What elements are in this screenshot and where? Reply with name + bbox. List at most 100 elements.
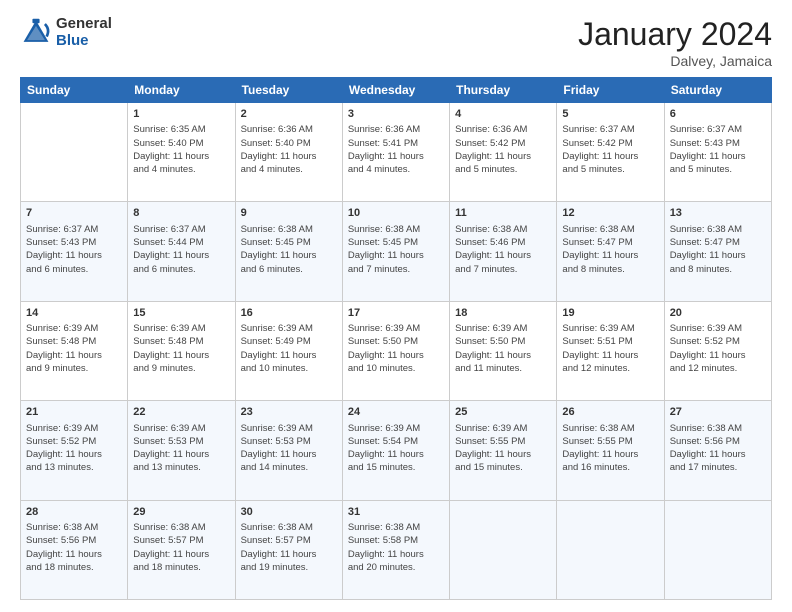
day-info-line: Sunset: 5:57 PM [133, 534, 229, 547]
day-number: 28 [26, 505, 122, 520]
logo-general-text: General [56, 16, 112, 33]
calendar-cell [557, 500, 664, 599]
weekday-monday: Monday [128, 78, 235, 103]
calendar-table: SundayMondayTuesdayWednesdayThursdayFrid… [20, 77, 772, 600]
day-info-line: and 7 minutes. [455, 263, 551, 276]
day-info-line: and 5 minutes. [670, 163, 766, 176]
calendar-cell: 11Sunrise: 6:38 AMSunset: 5:46 PMDayligh… [450, 202, 557, 301]
day-info-line: and 12 minutes. [562, 362, 658, 375]
day-info-line: Sunrise: 6:39 AM [241, 422, 337, 435]
day-info-line: Sunrise: 6:39 AM [348, 422, 444, 435]
weekday-saturday: Saturday [664, 78, 771, 103]
day-number: 30 [241, 505, 337, 520]
day-info-line: Sunrise: 6:37 AM [133, 223, 229, 236]
day-info-line: Daylight: 11 hours [562, 150, 658, 163]
day-info-line: Daylight: 11 hours [241, 249, 337, 262]
calendar-cell: 31Sunrise: 6:38 AMSunset: 5:58 PMDayligh… [342, 500, 449, 599]
calendar-cell: 25Sunrise: 6:39 AMSunset: 5:55 PMDayligh… [450, 401, 557, 500]
calendar-week-row: 7Sunrise: 6:37 AMSunset: 5:43 PMDaylight… [21, 202, 772, 301]
day-number: 21 [26, 405, 122, 420]
day-info-line: Daylight: 11 hours [133, 249, 229, 262]
day-info-line: Sunset: 5:56 PM [670, 435, 766, 448]
calendar-week-row: 21Sunrise: 6:39 AMSunset: 5:52 PMDayligh… [21, 401, 772, 500]
calendar-cell: 26Sunrise: 6:38 AMSunset: 5:55 PMDayligh… [557, 401, 664, 500]
day-info-line: Daylight: 11 hours [348, 249, 444, 262]
day-info-line: Sunrise: 6:38 AM [348, 223, 444, 236]
day-info-line: Sunset: 5:55 PM [455, 435, 551, 448]
day-info-line: Sunrise: 6:39 AM [133, 322, 229, 335]
day-number: 20 [670, 306, 766, 321]
day-info-line: Sunset: 5:45 PM [348, 236, 444, 249]
day-number: 9 [241, 206, 337, 221]
logo: General Blue [20, 16, 112, 49]
calendar-cell: 13Sunrise: 6:38 AMSunset: 5:47 PMDayligh… [664, 202, 771, 301]
day-number: 18 [455, 306, 551, 321]
day-info-line: and 4 minutes. [348, 163, 444, 176]
day-info-line: Sunrise: 6:39 AM [348, 322, 444, 335]
day-number: 5 [562, 107, 658, 122]
day-info-line: and 5 minutes. [562, 163, 658, 176]
day-info-line: and 15 minutes. [455, 461, 551, 474]
day-info-line: Sunset: 5:48 PM [26, 335, 122, 348]
day-number: 3 [348, 107, 444, 122]
day-info-line: Sunset: 5:46 PM [455, 236, 551, 249]
day-info-line: Sunset: 5:58 PM [348, 534, 444, 547]
calendar-cell: 5Sunrise: 6:37 AMSunset: 5:42 PMDaylight… [557, 103, 664, 202]
day-number: 8 [133, 206, 229, 221]
calendar-cell: 16Sunrise: 6:39 AMSunset: 5:49 PMDayligh… [235, 301, 342, 400]
day-info-line: Daylight: 11 hours [348, 448, 444, 461]
calendar-cell [664, 500, 771, 599]
day-info-line: Sunrise: 6:36 AM [348, 123, 444, 136]
day-info-line: Sunset: 5:56 PM [26, 534, 122, 547]
calendar-cell: 19Sunrise: 6:39 AMSunset: 5:51 PMDayligh… [557, 301, 664, 400]
day-info-line: Daylight: 11 hours [562, 448, 658, 461]
calendar-cell: 30Sunrise: 6:38 AMSunset: 5:57 PMDayligh… [235, 500, 342, 599]
day-info-line: and 6 minutes. [133, 263, 229, 276]
calendar-cell: 1Sunrise: 6:35 AMSunset: 5:40 PMDaylight… [128, 103, 235, 202]
day-number: 24 [348, 405, 444, 420]
day-info-line: Daylight: 11 hours [455, 349, 551, 362]
day-info-line: and 9 minutes. [26, 362, 122, 375]
day-info-line: and 6 minutes. [26, 263, 122, 276]
calendar-cell: 27Sunrise: 6:38 AMSunset: 5:56 PMDayligh… [664, 401, 771, 500]
day-info-line: Sunrise: 6:39 AM [241, 322, 337, 335]
calendar-cell: 14Sunrise: 6:39 AMSunset: 5:48 PMDayligh… [21, 301, 128, 400]
day-number: 26 [562, 405, 658, 420]
day-info-line: and 16 minutes. [562, 461, 658, 474]
calendar-cell: 6Sunrise: 6:37 AMSunset: 5:43 PMDaylight… [664, 103, 771, 202]
day-info-line: Sunrise: 6:37 AM [670, 123, 766, 136]
day-info-line: Sunrise: 6:38 AM [670, 422, 766, 435]
day-info-line: Daylight: 11 hours [455, 448, 551, 461]
calendar-cell: 12Sunrise: 6:38 AMSunset: 5:47 PMDayligh… [557, 202, 664, 301]
day-info-line: Sunset: 5:47 PM [562, 236, 658, 249]
day-info-line: and 12 minutes. [670, 362, 766, 375]
weekday-thursday: Thursday [450, 78, 557, 103]
day-info-line: Sunset: 5:49 PM [241, 335, 337, 348]
day-number: 6 [670, 107, 766, 122]
calendar-cell: 4Sunrise: 6:36 AMSunset: 5:42 PMDaylight… [450, 103, 557, 202]
day-info-line: Sunrise: 6:39 AM [133, 422, 229, 435]
day-info-line: Sunrise: 6:38 AM [670, 223, 766, 236]
day-number: 12 [562, 206, 658, 221]
day-info-line: Sunrise: 6:39 AM [26, 322, 122, 335]
day-number: 31 [348, 505, 444, 520]
calendar-cell: 21Sunrise: 6:39 AMSunset: 5:52 PMDayligh… [21, 401, 128, 500]
day-info-line: and 9 minutes. [133, 362, 229, 375]
day-info-line: Daylight: 11 hours [348, 150, 444, 163]
day-info-line: Daylight: 11 hours [348, 548, 444, 561]
day-info-line: Daylight: 11 hours [241, 448, 337, 461]
day-info-line: Sunset: 5:47 PM [670, 236, 766, 249]
day-info-line: Sunrise: 6:39 AM [455, 322, 551, 335]
day-info-line: Sunrise: 6:36 AM [241, 123, 337, 136]
day-info-line: and 5 minutes. [455, 163, 551, 176]
day-info-line: and 18 minutes. [133, 561, 229, 574]
day-info-line: Sunrise: 6:37 AM [26, 223, 122, 236]
day-number: 10 [348, 206, 444, 221]
header: General Blue January 2024 Dalvey, Jamaic… [20, 16, 772, 69]
calendar-cell [21, 103, 128, 202]
day-info-line: Sunset: 5:43 PM [26, 236, 122, 249]
day-info-line: and 4 minutes. [133, 163, 229, 176]
calendar-cell: 23Sunrise: 6:39 AMSunset: 5:53 PMDayligh… [235, 401, 342, 500]
day-info-line: Daylight: 11 hours [133, 448, 229, 461]
calendar-cell: 3Sunrise: 6:36 AMSunset: 5:41 PMDaylight… [342, 103, 449, 202]
